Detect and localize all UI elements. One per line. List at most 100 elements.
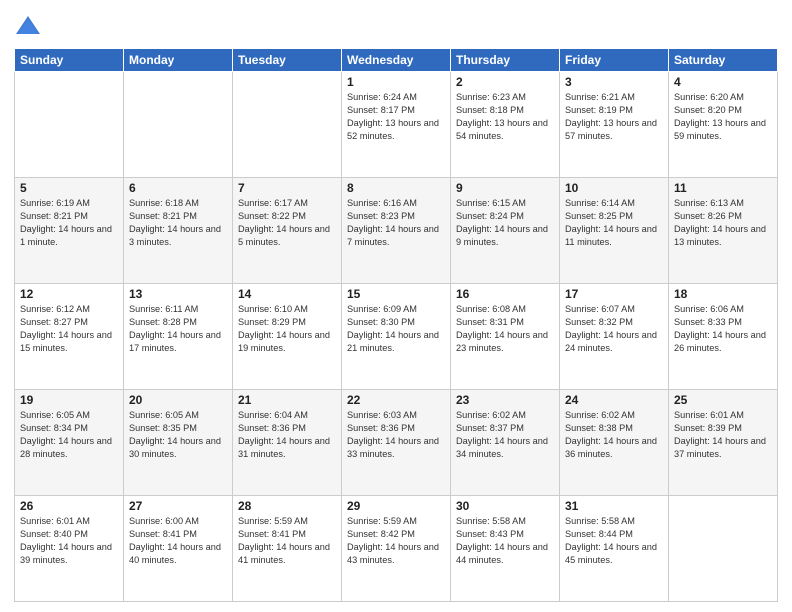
calendar-cell: 20 Sunrise: 6:05 AM Sunset: 8:35 PM Dayli… [124, 390, 233, 496]
day-info: Sunrise: 6:14 AM Sunset: 8:25 PM Dayligh… [565, 197, 663, 249]
day-number: 18 [674, 287, 772, 301]
day-number: 4 [674, 75, 772, 89]
day-number: 24 [565, 393, 663, 407]
day-number: 2 [456, 75, 554, 89]
day-number: 14 [238, 287, 336, 301]
day-number: 20 [129, 393, 227, 407]
calendar-week-row: 26 Sunrise: 6:01 AM Sunset: 8:40 PM Dayli… [15, 496, 778, 602]
day-number: 7 [238, 181, 336, 195]
day-number: 21 [238, 393, 336, 407]
day-number: 19 [20, 393, 118, 407]
day-number: 12 [20, 287, 118, 301]
weekday-header: Monday [124, 49, 233, 72]
day-number: 9 [456, 181, 554, 195]
day-info: Sunrise: 6:02 AM Sunset: 8:37 PM Dayligh… [456, 409, 554, 461]
day-info: Sunrise: 6:08 AM Sunset: 8:31 PM Dayligh… [456, 303, 554, 355]
day-number: 1 [347, 75, 445, 89]
day-info: Sunrise: 6:05 AM Sunset: 8:34 PM Dayligh… [20, 409, 118, 461]
day-info: Sunrise: 6:09 AM Sunset: 8:30 PM Dayligh… [347, 303, 445, 355]
calendar-cell [669, 496, 778, 602]
calendar-cell: 23 Sunrise: 6:02 AM Sunset: 8:37 PM Dayli… [451, 390, 560, 496]
day-info: Sunrise: 6:21 AM Sunset: 8:19 PM Dayligh… [565, 91, 663, 143]
calendar-week-row: 5Sunrise: 6:19 AM Sunset: 8:21 PM Daylig… [15, 178, 778, 284]
calendar-week-row: 12 Sunrise: 6:12 AM Sunset: 8:27 PM Dayli… [15, 284, 778, 390]
header [14, 10, 778, 42]
calendar-cell: 5Sunrise: 6:19 AM Sunset: 8:21 PM Daylig… [15, 178, 124, 284]
weekday-header-row: SundayMondayTuesdayWednesdayThursdayFrid… [15, 49, 778, 72]
day-info: Sunrise: 6:16 AM Sunset: 8:23 PM Dayligh… [347, 197, 445, 249]
logo [14, 14, 46, 42]
calendar-cell: 4Sunrise: 6:20 AM Sunset: 8:20 PM Daylig… [669, 72, 778, 178]
day-info: Sunrise: 6:01 AM Sunset: 8:40 PM Dayligh… [20, 515, 118, 567]
calendar-cell: 16 Sunrise: 6:08 AM Sunset: 8:31 PM Dayli… [451, 284, 560, 390]
day-number: 17 [565, 287, 663, 301]
day-number: 3 [565, 75, 663, 89]
day-info: Sunrise: 6:04 AM Sunset: 8:36 PM Dayligh… [238, 409, 336, 461]
day-info: Sunrise: 6:10 AM Sunset: 8:29 PM Dayligh… [238, 303, 336, 355]
day-info: Sunrise: 6:05 AM Sunset: 8:35 PM Dayligh… [129, 409, 227, 461]
calendar-table: SundayMondayTuesdayWednesdayThursdayFrid… [14, 48, 778, 602]
day-info: Sunrise: 6:12 AM Sunset: 8:27 PM Dayligh… [20, 303, 118, 355]
day-info: Sunrise: 6:07 AM Sunset: 8:32 PM Dayligh… [565, 303, 663, 355]
logo-icon [14, 14, 42, 42]
day-number: 22 [347, 393, 445, 407]
day-number: 29 [347, 499, 445, 513]
weekday-header: Wednesday [342, 49, 451, 72]
day-number: 11 [674, 181, 772, 195]
day-number: 6 [129, 181, 227, 195]
day-number: 31 [565, 499, 663, 513]
day-info: Sunrise: 6:03 AM Sunset: 8:36 PM Dayligh… [347, 409, 445, 461]
day-info: Sunrise: 6:13 AM Sunset: 8:26 PM Dayligh… [674, 197, 772, 249]
calendar-cell: 13Sunrise: 6:11 AM Sunset: 8:28 PM Dayli… [124, 284, 233, 390]
day-number: 8 [347, 181, 445, 195]
weekday-header: Sunday [15, 49, 124, 72]
day-info: Sunrise: 6:19 AM Sunset: 8:21 PM Dayligh… [20, 197, 118, 249]
day-info: Sunrise: 6:02 AM Sunset: 8:38 PM Dayligh… [565, 409, 663, 461]
calendar-cell: 30Sunrise: 5:58 AM Sunset: 8:43 PM Dayli… [451, 496, 560, 602]
day-info: Sunrise: 5:59 AM Sunset: 8:41 PM Dayligh… [238, 515, 336, 567]
calendar-cell: 1 Sunrise: 6:24 AM Sunset: 8:17 PM Daylig… [342, 72, 451, 178]
calendar-cell: 7Sunrise: 6:17 AM Sunset: 8:22 PM Daylig… [233, 178, 342, 284]
calendar-cell: 2 Sunrise: 6:23 AM Sunset: 8:18 PM Daylig… [451, 72, 560, 178]
calendar-cell: 31 Sunrise: 5:58 AM Sunset: 8:44 PM Dayli… [560, 496, 669, 602]
calendar-cell [233, 72, 342, 178]
day-number: 15 [347, 287, 445, 301]
day-info: Sunrise: 6:18 AM Sunset: 8:21 PM Dayligh… [129, 197, 227, 249]
calendar-cell: 15 Sunrise: 6:09 AM Sunset: 8:30 PM Dayli… [342, 284, 451, 390]
day-info: Sunrise: 6:24 AM Sunset: 8:17 PM Dayligh… [347, 91, 445, 143]
calendar-cell: 11 Sunrise: 6:13 AM Sunset: 8:26 PM Dayli… [669, 178, 778, 284]
calendar-cell: 27 Sunrise: 6:00 AM Sunset: 8:41 PM Dayli… [124, 496, 233, 602]
calendar-cell [15, 72, 124, 178]
calendar-cell: 6 Sunrise: 6:18 AM Sunset: 8:21 PM Daylig… [124, 178, 233, 284]
calendar-cell: 8 Sunrise: 6:16 AM Sunset: 8:23 PM Daylig… [342, 178, 451, 284]
calendar-cell: 14 Sunrise: 6:10 AM Sunset: 8:29 PM Dayli… [233, 284, 342, 390]
day-info: Sunrise: 6:01 AM Sunset: 8:39 PM Dayligh… [674, 409, 772, 461]
calendar-cell: 24 Sunrise: 6:02 AM Sunset: 8:38 PM Dayli… [560, 390, 669, 496]
weekday-header: Saturday [669, 49, 778, 72]
day-number: 25 [674, 393, 772, 407]
weekday-header: Tuesday [233, 49, 342, 72]
calendar-cell: 22 Sunrise: 6:03 AM Sunset: 8:36 PM Dayli… [342, 390, 451, 496]
day-number: 13 [129, 287, 227, 301]
day-info: Sunrise: 6:00 AM Sunset: 8:41 PM Dayligh… [129, 515, 227, 567]
day-info: Sunrise: 5:58 AM Sunset: 8:43 PM Dayligh… [456, 515, 554, 567]
calendar-cell: 18 Sunrise: 6:06 AM Sunset: 8:33 PM Dayli… [669, 284, 778, 390]
day-number: 23 [456, 393, 554, 407]
day-info: Sunrise: 6:15 AM Sunset: 8:24 PM Dayligh… [456, 197, 554, 249]
calendar-cell: 29 Sunrise: 5:59 AM Sunset: 8:42 PM Dayli… [342, 496, 451, 602]
calendar-cell: 21 Sunrise: 6:04 AM Sunset: 8:36 PM Dayli… [233, 390, 342, 496]
day-info: Sunrise: 6:23 AM Sunset: 8:18 PM Dayligh… [456, 91, 554, 143]
calendar-cell: 12 Sunrise: 6:12 AM Sunset: 8:27 PM Dayli… [15, 284, 124, 390]
calendar-cell: 26 Sunrise: 6:01 AM Sunset: 8:40 PM Dayli… [15, 496, 124, 602]
day-number: 10 [565, 181, 663, 195]
calendar-cell: 3 Sunrise: 6:21 AM Sunset: 8:19 PM Daylig… [560, 72, 669, 178]
day-number: 27 [129, 499, 227, 513]
day-number: 28 [238, 499, 336, 513]
day-number: 16 [456, 287, 554, 301]
day-info: Sunrise: 5:59 AM Sunset: 8:42 PM Dayligh… [347, 515, 445, 567]
day-info: Sunrise: 5:58 AM Sunset: 8:44 PM Dayligh… [565, 515, 663, 567]
day-number: 26 [20, 499, 118, 513]
calendar-cell: 19 Sunrise: 6:05 AM Sunset: 8:34 PM Dayli… [15, 390, 124, 496]
day-info: Sunrise: 6:06 AM Sunset: 8:33 PM Dayligh… [674, 303, 772, 355]
calendar-cell: 28 Sunrise: 5:59 AM Sunset: 8:41 PM Dayli… [233, 496, 342, 602]
